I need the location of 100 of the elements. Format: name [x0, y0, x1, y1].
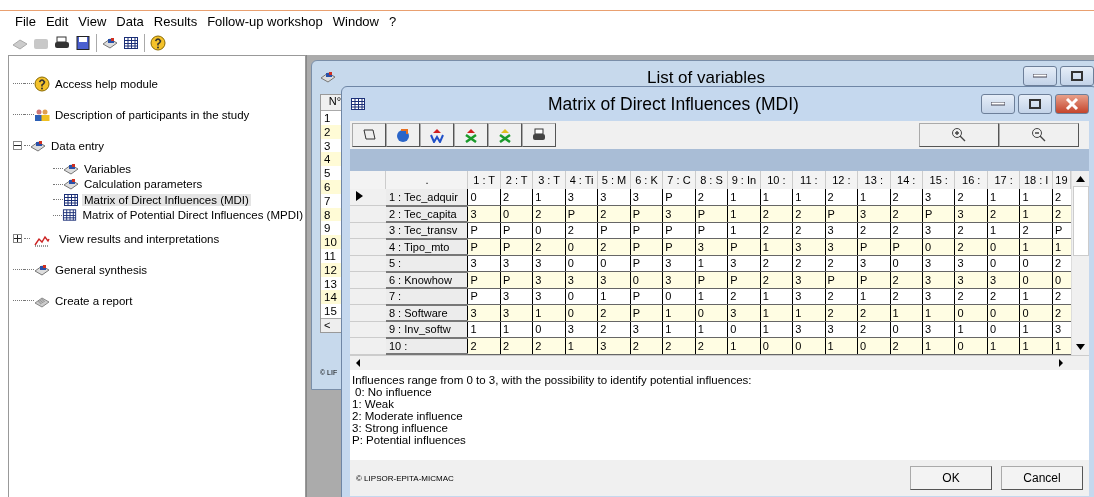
data-entry-icon	[102, 35, 118, 51]
zoom-out-button[interactable]	[999, 123, 1079, 147]
tree-item[interactable]: General synthesis	[53, 263, 150, 276]
column-header[interactable]: 16 :	[954, 171, 988, 189]
row-header[interactable]: 1 : Tec_adquir	[385, 189, 468, 206]
legend-line: 0: No influence	[354, 386, 433, 398]
add-tool-button[interactable]	[454, 123, 488, 147]
help-icon	[150, 35, 166, 51]
column-header[interactable]: 14 :	[890, 171, 923, 189]
matrix-cell[interactable]: 3	[630, 189, 663, 206]
table-icon	[123, 35, 139, 51]
cancel-button[interactable]: Cancel	[1001, 466, 1083, 490]
zoom-in-button[interactable]	[919, 123, 999, 147]
tree-item[interactable]: Calculation parameters	[82, 178, 205, 191]
column-header[interactable]: 12 :	[825, 171, 858, 189]
matrix-cell[interactable]: 2	[1052, 189, 1071, 206]
maximize-button[interactable]	[1060, 66, 1094, 86]
matrix-cell[interactable]: 1	[532, 189, 566, 206]
pointer-tool-button[interactable]	[352, 123, 386, 147]
maximize-button[interactable]	[1018, 94, 1052, 114]
table-icon	[63, 191, 79, 208]
expand-icon[interactable]	[13, 234, 22, 243]
globe-tool-button[interactable]	[386, 123, 420, 147]
tree-item[interactable]: Access help module	[53, 77, 160, 90]
tree-item[interactable]: Description of participants in the study	[53, 108, 252, 121]
menu-item[interactable]: Data	[111, 13, 149, 29]
cross-arrow-icon	[463, 127, 479, 143]
vertical-scrollbar[interactable]	[1071, 171, 1089, 355]
column-header[interactable]: 6 : K	[630, 171, 663, 189]
maximize-icon	[1071, 71, 1083, 81]
window-title: Matrix of Direct Influences (MDI)	[547, 93, 800, 115]
matrix-cell[interactable]: 3	[565, 189, 598, 206]
matrix-cell[interactable]: 1	[1019, 189, 1053, 206]
matrix-cell[interactable]: 1	[760, 189, 793, 206]
tree-item[interactable]: Matrix of Direct Influences (MDI)	[82, 193, 251, 206]
matrix-cell[interactable]: 2	[890, 189, 923, 206]
page-icon	[361, 127, 377, 143]
column-header[interactable]: 5 : M	[597, 171, 631, 189]
column-header[interactable]: 17 :	[987, 171, 1020, 189]
menu-item[interactable]: Follow-up workshop	[202, 13, 328, 29]
matrix-cell[interactable]: P	[662, 189, 696, 206]
column-header[interactable]: 3 : T	[532, 171, 566, 189]
matrix-cell[interactable]: 3	[922, 189, 955, 206]
matrix-cell[interactable]: 1	[857, 189, 891, 206]
matrix-cell[interactable]: 3	[597, 189, 631, 206]
window-icon	[350, 96, 366, 112]
column-header[interactable]: 7 : C	[662, 171, 696, 189]
menu-item[interactable]: ?	[384, 13, 402, 29]
column-header[interactable]: 11 :	[792, 171, 826, 189]
menu-item[interactable]: File	[10, 13, 41, 29]
tree-item[interactable]: View results and interpretations	[57, 232, 222, 245]
column-header[interactable]: 1 : T	[467, 171, 501, 189]
column-header[interactable]: 8 : S	[695, 171, 728, 189]
matrix-cell[interactable]: 2	[954, 189, 988, 206]
zoom-in-icon	[951, 127, 967, 143]
matrix-cell[interactable]: 1	[727, 189, 761, 206]
save-icon	[75, 35, 91, 51]
tree-item[interactable]: Matrix of Potential Direct Influences (MPDI)	[80, 209, 305, 222]
matrix-cell[interactable]: 2	[500, 189, 533, 206]
matrix-cell[interactable]: 0	[467, 189, 501, 206]
column-header[interactable]: 15 :	[922, 171, 955, 189]
corner-header: .	[385, 171, 468, 189]
collapse-icon[interactable]	[13, 141, 22, 150]
close-button[interactable]	[1055, 94, 1089, 114]
matrix-cell[interactable]: 1	[792, 189, 826, 206]
remove-tool-button[interactable]	[488, 123, 522, 147]
matrix-cell[interactable]: 2	[695, 189, 728, 206]
scroll-down-icon[interactable]	[1076, 344, 1085, 350]
column-header[interactable]: 18 : I	[1019, 171, 1053, 189]
matrix-cell[interactable]: 1	[987, 189, 1020, 206]
tree-item[interactable]: Create a report	[53, 294, 135, 307]
arrow-wave-icon	[429, 127, 445, 143]
zoom-out-icon	[1031, 127, 1047, 143]
legend-line: 1: Weak	[352, 398, 395, 410]
tree-item[interactable]: Variables	[82, 162, 134, 175]
row-pointer-icon	[356, 191, 363, 201]
column-header[interactable]: 13 :	[857, 171, 891, 189]
sort-tool-button[interactable]	[420, 123, 454, 147]
window-icon	[320, 69, 336, 85]
column-header[interactable]: 4 : Ti	[565, 171, 598, 189]
matrix-cell[interactable]: 2	[825, 189, 858, 206]
ok-button[interactable]: OK	[910, 466, 992, 490]
maximize-icon	[1029, 99, 1041, 109]
legend-line: P: Potential influences	[352, 434, 467, 446]
printer-icon	[54, 35, 70, 51]
print-button[interactable]	[522, 123, 556, 147]
help-icon	[34, 75, 50, 92]
column-header[interactable]: 10 :	[760, 171, 793, 189]
minimize-icon	[991, 102, 1005, 106]
legend-line: 3: Strong influence	[352, 422, 449, 434]
menu-item[interactable]: Window	[327, 13, 384, 29]
menu-item[interactable]: Results	[148, 13, 203, 29]
legend-line: 2: Moderate influence	[352, 410, 464, 422]
tree-item[interactable]: Data entry	[49, 139, 107, 152]
column-header[interactable]: 2 : T	[500, 171, 533, 189]
cross-arrow-icon	[497, 127, 513, 143]
menu-item[interactable]: View	[73, 13, 112, 29]
column-header[interactable]: 9 : In	[727, 171, 761, 189]
scroll-up-icon[interactable]	[1076, 176, 1085, 182]
menu-item[interactable]: Edit	[40, 13, 74, 29]
